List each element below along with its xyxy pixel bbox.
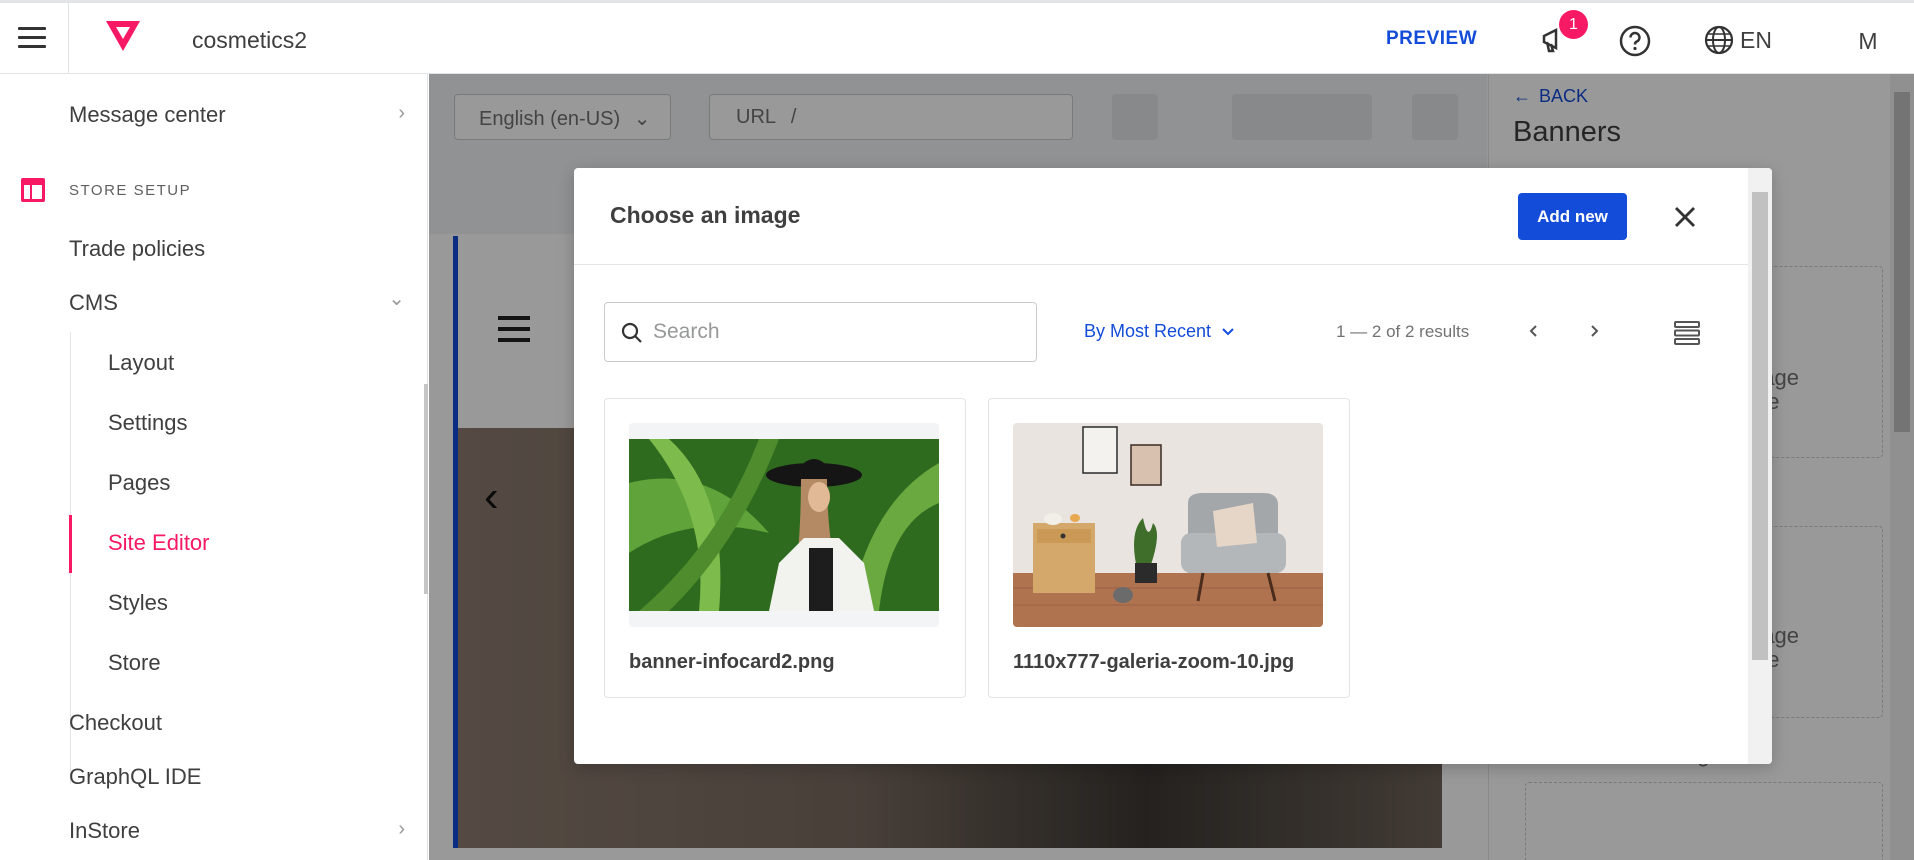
section-title-store-setup: STORE SETUP [69, 182, 192, 199]
store-name: cosmetics2 [192, 27, 308, 53]
sidebar-item-pages[interactable]: Pages [108, 470, 170, 496]
help-icon[interactable] [1619, 25, 1651, 62]
results-count: 1 — 2 of 2 results [1336, 322, 1470, 341]
image-filename: 1110x777-galeria-zoom-10.jpg [1013, 651, 1295, 673]
scroll-thumb[interactable] [1752, 192, 1768, 660]
add-new-button[interactable]: Add new [1518, 193, 1627, 240]
sidebar-item-site-editor[interactable]: Site Editor [108, 530, 210, 556]
image-card[interactable]: 1110x777-galeria-zoom-10.jpg [988, 398, 1350, 698]
modal-title: Choose an image [610, 202, 801, 228]
notification-badge: 1 [1559, 10, 1588, 39]
sidebar-item-message-center[interactable]: Message center [69, 102, 226, 128]
globe-icon [1704, 25, 1734, 55]
divider [68, 3, 69, 74]
active-indicator [69, 515, 72, 573]
preview-button[interactable]: PREVIEW [1386, 28, 1477, 50]
language-label: EN [1740, 26, 1772, 53]
sidebar-item-checkout[interactable]: Checkout [69, 710, 162, 736]
chevron-down-icon [1222, 327, 1234, 335]
store-setup-icon [20, 177, 46, 203]
top-bar: cosmetics2 PREVIEW 1 EN M [0, 0, 1914, 74]
sidebar-item-instore[interactable]: InStore [69, 818, 140, 844]
vtex-logo[interactable] [104, 19, 142, 58]
search-icon [621, 322, 643, 349]
sidebar: Message center › STORE SETUP Trade polic… [0, 74, 428, 860]
sort-dropdown[interactable]: By Most Recent [1084, 321, 1235, 342]
menu-icon[interactable] [18, 27, 46, 49]
sidebar-item-cms[interactable]: CMS [69, 290, 118, 316]
sidebar-item-graphql-ide[interactable]: GraphQL IDE [69, 764, 201, 790]
image-thumbnail[interactable] [629, 423, 939, 627]
sidebar-item-store[interactable]: Store [108, 650, 161, 676]
divider [574, 264, 1748, 265]
chevron-right-icon[interactable]: › [398, 102, 405, 125]
image-card[interactable]: banner-infocard2.png [604, 398, 966, 698]
search-input[interactable] [653, 305, 1023, 359]
language-selector[interactable]: EN [1704, 25, 1772, 55]
list-view-icon[interactable] [1672, 318, 1702, 353]
sidebar-scrollbar[interactable] [424, 384, 428, 594]
chevron-down-icon[interactable]: ⌄ [388, 286, 405, 311]
chevron-right-icon[interactable]: › [398, 818, 405, 841]
choose-image-modal: Choose an image Add new By Most Recent 1… [574, 168, 1772, 764]
sidebar-item-styles[interactable]: Styles [108, 590, 168, 616]
modal-scrollbar[interactable] [1748, 168, 1772, 764]
chevron-right-icon[interactable] [1584, 318, 1604, 349]
chevron-left-icon[interactable] [1524, 318, 1544, 349]
sort-label: By Most Recent [1084, 321, 1212, 341]
search-field[interactable] [604, 302, 1037, 362]
sidebar-item-trade-policies[interactable]: Trade policies [69, 236, 205, 262]
sidebar-item-settings[interactable]: Settings [108, 410, 188, 436]
image-thumbnail[interactable] [1013, 423, 1323, 627]
avatar[interactable]: M [1850, 23, 1886, 59]
image-filename: banner-infocard2.png [629, 651, 835, 673]
close-icon[interactable] [1668, 200, 1702, 234]
sidebar-item-layout[interactable]: Layout [108, 350, 174, 376]
